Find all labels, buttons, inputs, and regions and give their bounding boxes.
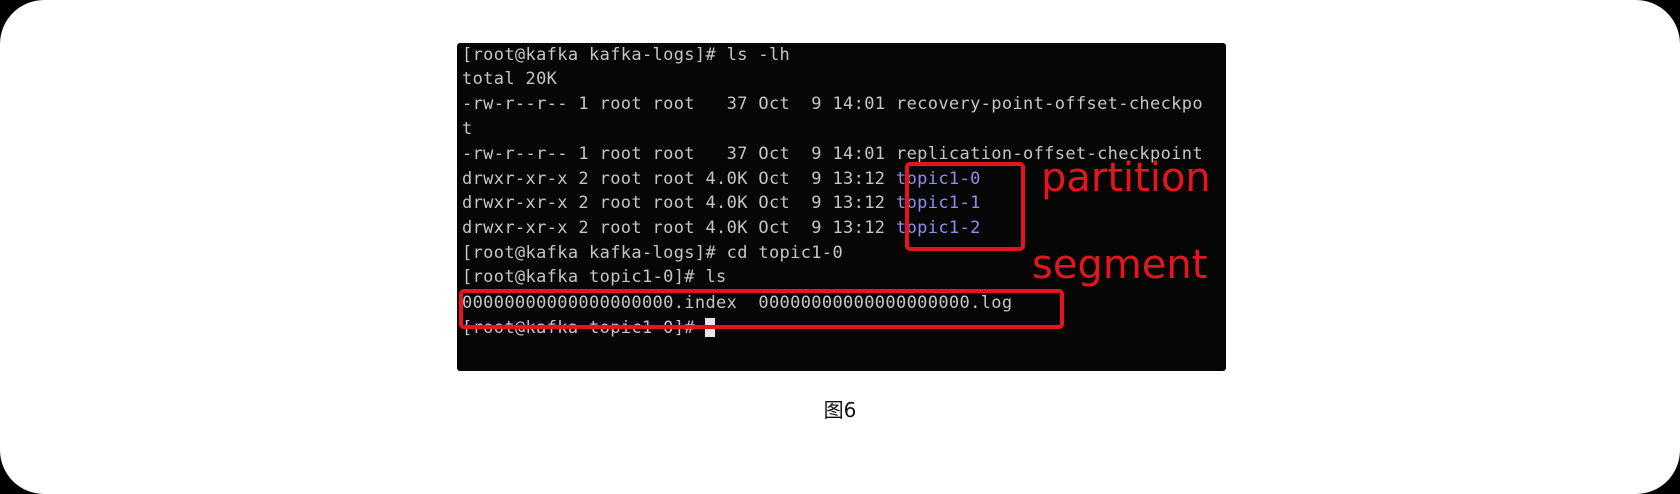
terminal-line: drwxr-xr-x 2 root root 4.0K Oct 9 13:12 …: [462, 193, 981, 213]
command-text: [root@kafka topic1-0]# ls: [462, 267, 727, 287]
terminal-line: [root@kafka topic1-0]# ls: [462, 267, 727, 287]
content-card: [root@kafka kafka-logs]# ls -lh total 20…: [0, 0, 1680, 494]
segment-highlight-box: [459, 289, 1064, 329]
terminal-screenshot: [root@kafka kafka-logs]# ls -lh total 20…: [457, 43, 1226, 371]
terminal-line: t: [462, 119, 473, 139]
output-text: drwxr-xr-x 2 root root 4.0K Oct 9 13:12: [462, 218, 896, 238]
output-text: drwxr-xr-x 2 root root 4.0K Oct 9 13:12: [462, 193, 896, 213]
terminal-line: [root@kafka kafka-logs]# cd topic1-0: [462, 243, 843, 263]
terminal-line: [root@kafka kafka-logs]# ls -lh: [462, 45, 790, 65]
command-text: [root@kafka kafka-logs]# cd topic1-0: [462, 243, 844, 263]
partition-highlight-box: [905, 162, 1025, 251]
terminal-line: -rw-r--r-- 1 root root 37 Oct 9 14:01 re…: [462, 94, 1203, 114]
terminal-line: drwxr-xr-x 2 root root 4.0K Oct 9 13:12 …: [462, 218, 981, 238]
output-text: total 20K: [462, 69, 558, 89]
segment-label: segment: [1032, 242, 1208, 288]
output-text: t: [462, 119, 473, 139]
terminal-line: drwxr-xr-x 2 root root 4.0K Oct 9 13:12 …: [462, 169, 981, 189]
figure-caption: 图6: [823, 398, 857, 422]
command-text: [root@kafka kafka-logs]# ls -lh: [462, 45, 791, 65]
output-text: -rw-r--r-- 1 root root 37 Oct 9 14:01 re…: [462, 94, 1203, 114]
terminal-line: total 20K: [462, 69, 557, 89]
output-text: drwxr-xr-x 2 root root 4.0K Oct 9 13:12: [462, 169, 896, 189]
partition-label: partition: [1041, 155, 1211, 201]
